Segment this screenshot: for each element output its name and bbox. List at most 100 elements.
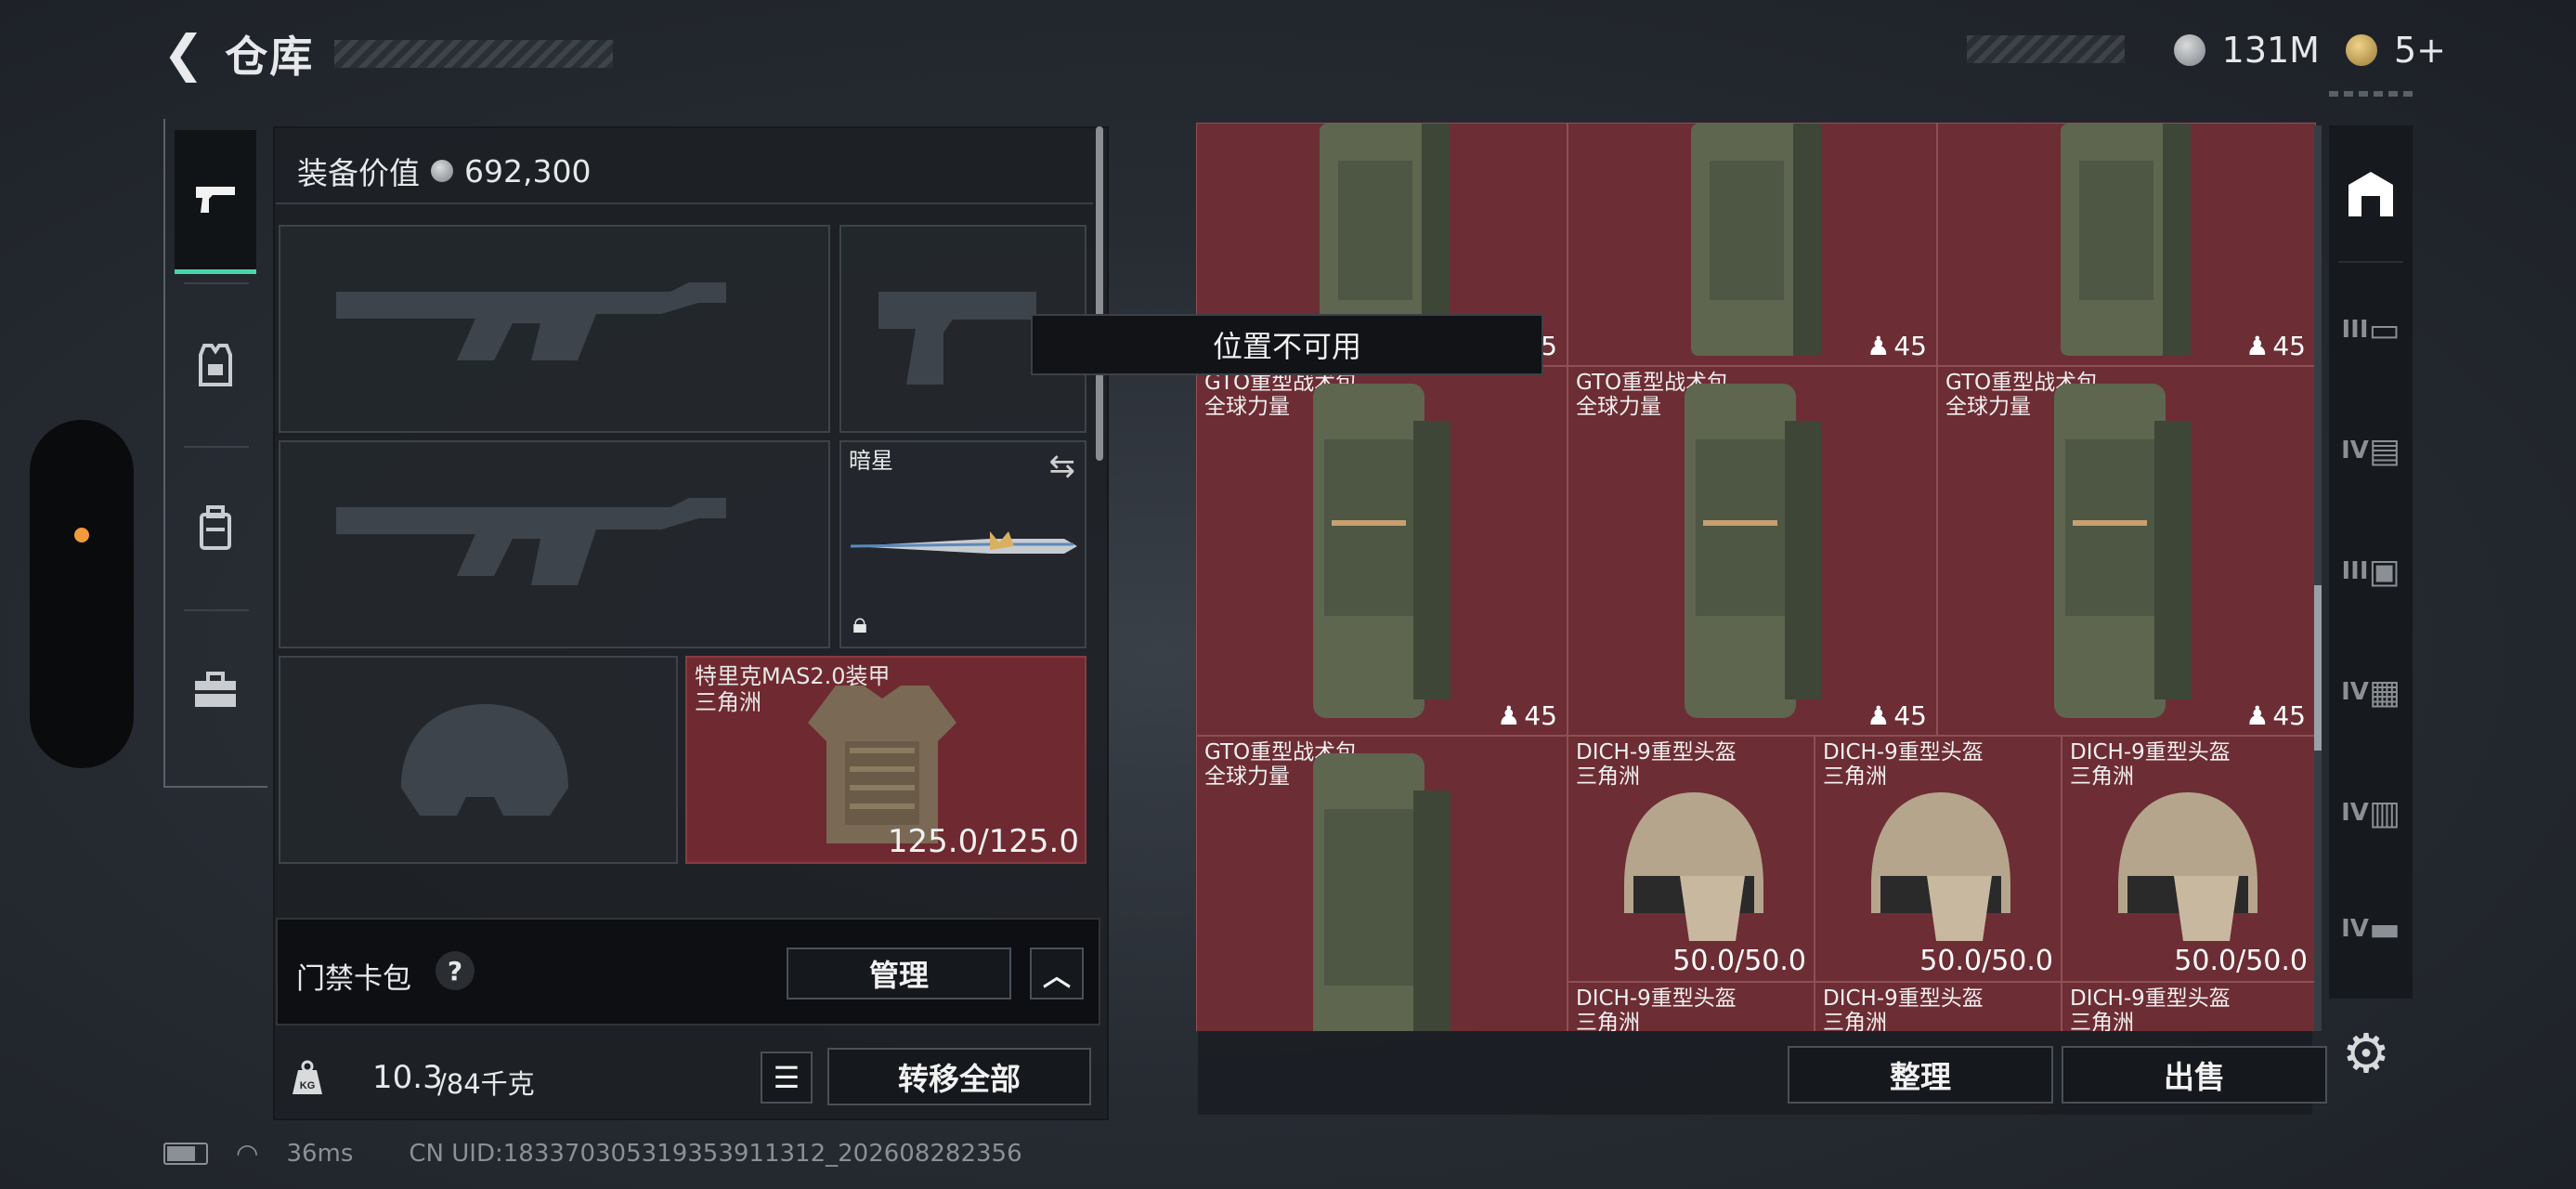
- melee-slot[interactable]: 暗星 ⇆ 🔒︎: [839, 440, 1086, 648]
- title-bar: ❮ 仓库: [163, 26, 614, 82]
- transfer-all-button[interactable]: 转移全部: [827, 1048, 1091, 1105]
- backpack-icon: [200, 505, 231, 550]
- item-cell-helmet[interactable]: DICH-9重型头盔 三角洲 50.0/50.0: [1568, 736, 1815, 982]
- swap-icon[interactable]: ⇆: [1049, 448, 1076, 485]
- filter-tier-button[interactable]: III ▭: [2329, 265, 2413, 395]
- item-region: 三角洲: [2070, 1011, 2134, 1031]
- currency-display: 131M 5+: [2173, 28, 2446, 72]
- ping-value: 36ms: [286, 1139, 354, 1168]
- item-count: ♟45: [1497, 700, 1557, 731]
- armor-region: 三角洲: [695, 689, 761, 715]
- armor-slot[interactable]: 特里克MAS2.0装甲 三角洲 125.0/125.0: [685, 656, 1086, 864]
- backpack-image: [2054, 384, 2192, 718]
- equipment-value: 装备价值 692,300: [297, 149, 591, 193]
- item-name: DICH-9重型头盔: [1576, 986, 1737, 1011]
- back-arrow-icon[interactable]: ❮: [163, 29, 204, 79]
- equipment-scrollbar[interactable]: [1096, 126, 1103, 461]
- silver-coin-icon: [2173, 34, 2205, 66]
- item-name: DICH-9重型头盔: [2070, 986, 2231, 1011]
- knife-image: [851, 531, 1077, 554]
- nav-gear[interactable]: [175, 295, 256, 435]
- lock-icon: 🔒︎: [852, 608, 867, 640]
- item-cell-backpack[interactable]: ♟45: [1568, 123, 1937, 366]
- item-cell-helmet[interactable]: DICH-9重型头盔 三角洲 50.0/50.0: [2062, 736, 2316, 982]
- wifi-icon: ◠: [236, 1138, 259, 1169]
- item-region: 全球力量: [1204, 764, 1290, 789]
- manage-button[interactable]: 管理: [787, 947, 1011, 1000]
- backpack-image: [1313, 384, 1451, 718]
- uid-text: CN UID:183370305319353911312_20260828235…: [409, 1139, 1022, 1168]
- item-region: 全球力量: [1945, 395, 2031, 419]
- armor-durability: 125.0/125.0: [887, 823, 1079, 860]
- filter-tier-button[interactable]: IV ▤: [2329, 385, 2413, 516]
- battery-icon: [163, 1142, 208, 1165]
- side-handle[interactable]: [30, 420, 134, 768]
- melee-name: 暗星: [849, 448, 893, 474]
- item-name: DICH-9重型头盔: [1823, 986, 1984, 1011]
- item-count: ♟45: [1867, 331, 1927, 361]
- list-icon[interactable]: ☰: [761, 1052, 813, 1104]
- item-region: 三角洲: [1576, 1011, 1640, 1031]
- item-cell-backpack[interactable]: ♟45: [1937, 123, 2316, 366]
- title-stripe: [334, 40, 614, 68]
- helmet-slot[interactable]: [279, 656, 678, 864]
- toolbox-icon: [195, 672, 236, 707]
- backpack-image: [1685, 384, 1822, 718]
- svg-text:KG: KG: [300, 1080, 316, 1091]
- item-durability: 50.0/50.0: [2174, 945, 2308, 977]
- item-count: ♟45: [2245, 331, 2306, 361]
- item-cell-backpack[interactable]: GTO重型战术包 全球力量: [1196, 736, 1568, 1031]
- equipment-value-label: 装备价值: [297, 155, 420, 191]
- gold-amount: 5+: [2393, 30, 2446, 71]
- nav-separator: [184, 609, 249, 611]
- chevron-up-icon[interactable]: ︿: [1030, 947, 1084, 1000]
- item-count: ♟45: [2245, 700, 2306, 731]
- nav-toolbox[interactable]: [175, 621, 256, 760]
- weight-icon: KG: [283, 1052, 332, 1104]
- backpack-image: [2061, 124, 2191, 356]
- rifle-placeholder-icon: [336, 498, 726, 585]
- notification-dot: [74, 528, 89, 542]
- item-cell-helmet[interactable]: DICH-9重型头盔 三角洲: [1815, 982, 2062, 1031]
- silver-coin-icon: [431, 160, 453, 182]
- currency-stripe: [1967, 35, 2125, 63]
- home-filter-icon[interactable]: [2329, 129, 2413, 259]
- grid-scrollbar-thumb[interactable]: [2314, 585, 2322, 751]
- organize-button[interactable]: 整理: [1788, 1046, 2053, 1104]
- filter-tier-button[interactable]: IV ▬: [2329, 869, 2413, 989]
- nav-backpack[interactable]: [175, 459, 256, 598]
- card-pack-label: 门禁卡包: [296, 962, 411, 996]
- weight-bar: KG 10.3 /84千克 ☰ 转移全部: [276, 1042, 1100, 1115]
- nav-separator: [184, 282, 249, 284]
- grid-scrollbar-track[interactable]: [2314, 125, 2322, 1031]
- item-cell-helmet[interactable]: DICH-9重型头盔 三角洲: [1568, 982, 1815, 1031]
- filter-tier-button[interactable]: IV ▦: [2329, 627, 2413, 757]
- nav-weapons[interactable]: [175, 130, 256, 274]
- item-cell-helmet[interactable]: DICH-9重型头盔 三角洲 50.0/50.0: [1815, 736, 2062, 982]
- backpack-image: [1691, 124, 1821, 356]
- item-name: DICH-9重型头盔: [2070, 740, 2231, 764]
- helmet-image: [2118, 792, 2257, 941]
- item-cell-backpack[interactable]: GTO重型战术包 全球力量 ♟ 45: [1196, 366, 1568, 736]
- item-cell-backpack[interactable]: GTO重型战术包 全球力量 ♟ 45: [1568, 366, 1937, 736]
- item-name: DICH-9重型头盔: [1823, 740, 1984, 764]
- item-region: 全球力量: [1204, 395, 1290, 419]
- weight-current: 10.3: [372, 1059, 443, 1096]
- divider: [276, 203, 1093, 204]
- filter-tier-button[interactable]: III ▣: [2329, 506, 2413, 636]
- category-nav: [163, 119, 267, 788]
- page-title: 仓库: [225, 32, 315, 82]
- help-icon[interactable]: ?: [436, 951, 475, 990]
- secondary-weapon-slot[interactable]: [279, 440, 830, 648]
- primary-weapon-slot[interactable]: [279, 225, 830, 433]
- count-icon: ♟: [1867, 331, 1891, 361]
- storage-grid: ♟45 ♟45 ♟45 GTO重型战术包 全球力量 ♟45 GTO重型战术包 全…: [1196, 123, 2316, 1031]
- filter-tier-button[interactable]: IV ▥: [2329, 748, 2413, 878]
- sell-button[interactable]: 出售: [2062, 1046, 2327, 1104]
- item-cell-helmet[interactable]: DICH-9重型头盔 三角洲: [2062, 982, 2316, 1031]
- count-icon: ♟: [1867, 700, 1891, 731]
- silver-amount: 131M: [2221, 30, 2320, 71]
- filter-column: III ▭ IV ▤ III ▣ IV ▦ IV ▥ IV ▬: [2329, 125, 2413, 999]
- settings-gear-icon[interactable]: ⚙: [2342, 1022, 2390, 1085]
- item-cell-backpack[interactable]: GTO重型战术包 全球力量 ♟ 45: [1937, 366, 2316, 736]
